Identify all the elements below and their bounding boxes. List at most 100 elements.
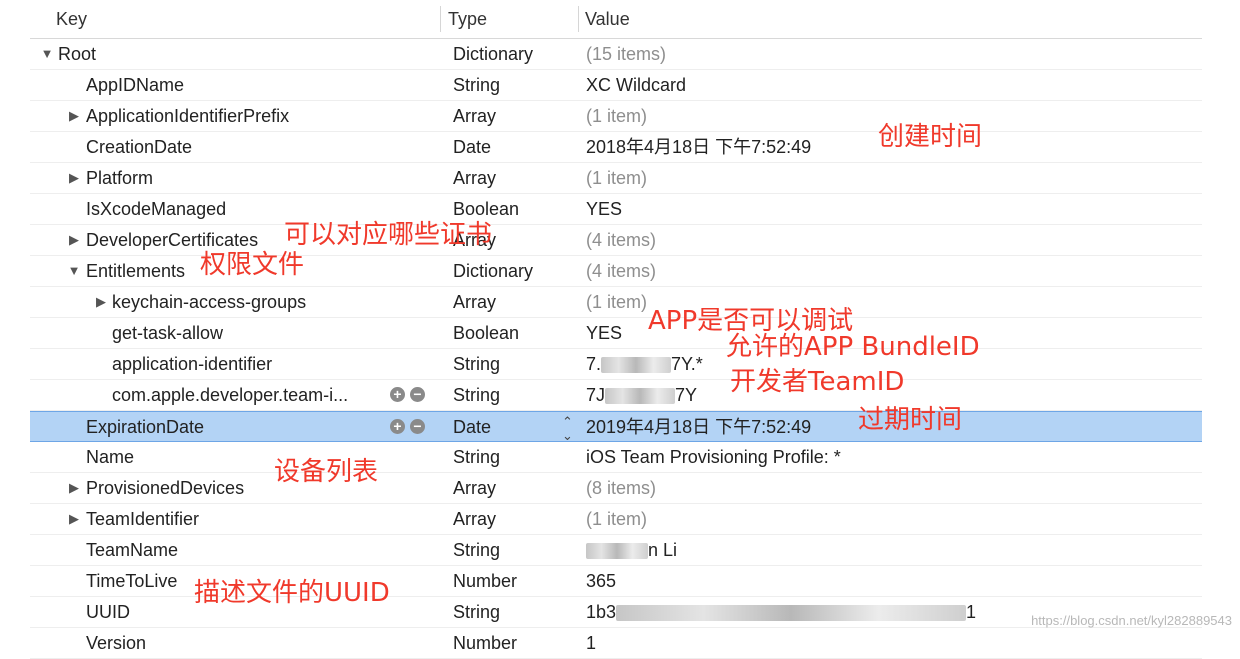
row-type[interactable]: Array [453, 287, 496, 317]
remove-row-icon[interactable]: − [410, 387, 425, 402]
column-divider[interactable] [440, 6, 441, 32]
annotation-team-id: 开发者TeamID [730, 367, 905, 397]
row-type[interactable]: Array [453, 101, 496, 131]
row-value: (1 item) [586, 292, 648, 312]
table-row[interactable]: AppIDName String XC Wildcard [30, 70, 1202, 101]
row-key: Root [58, 44, 97, 64]
row-type[interactable]: String [453, 380, 500, 410]
column-divider[interactable] [578, 6, 579, 32]
table-row[interactable]: IsXcodeManaged Boolean YES [30, 194, 1202, 225]
table-row[interactable]: TeamName String n Li [30, 535, 1202, 566]
row-value[interactable]: 1 [586, 628, 596, 658]
row-key: AppIDName [86, 75, 185, 95]
row-key: Platform [86, 168, 154, 188]
row-key: application-identifier [112, 354, 273, 374]
row-type[interactable]: String [453, 70, 500, 100]
table-row-root[interactable]: ▼ Root Dictionary (15 items) [30, 39, 1202, 70]
plist-rows: ▼ Root Dictionary (15 items) AppIDName S… [30, 39, 1202, 659]
row-key: TimeToLive [86, 571, 178, 591]
add-row-icon[interactable]: + [390, 387, 405, 402]
row-key: TeamName [86, 540, 179, 560]
row-key: CreationDate [86, 137, 193, 157]
disclosure-collapsed-icon[interactable]: ▶ [67, 473, 81, 503]
value-visible-end: 7Y [675, 385, 698, 405]
row-value: (1 item) [586, 509, 648, 529]
plist-editor: Key Type Value ▼ Root Dictionary (15 ite… [30, 0, 1202, 659]
remove-row-icon[interactable]: − [410, 419, 425, 434]
row-value[interactable]: 2018年4月18日 下午7:52:49 [586, 132, 811, 162]
row-key: ExpirationDate [86, 417, 205, 437]
row-type[interactable]: Number [453, 628, 517, 658]
date-stepper-icon[interactable]: ⌃ ⌄ [562, 412, 573, 443]
row-value[interactable]: 7J 7Y [586, 380, 697, 410]
row-key: Entitlements [86, 261, 186, 281]
value-visible-end: n Li [648, 540, 678, 560]
value-visible-end: 7Y.* [671, 354, 703, 374]
row-value[interactable]: 365 [586, 566, 616, 596]
table-row[interactable]: ▶ Platform Array (1 item) [30, 163, 1202, 194]
disclosure-expanded-icon[interactable]: ▼ [67, 256, 81, 286]
redacted-text [586, 543, 648, 560]
disclosure-collapsed-icon[interactable]: ▶ [67, 225, 81, 255]
row-type[interactable]: Boolean [453, 318, 519, 348]
row-type[interactable]: Array [453, 504, 496, 534]
key-column-header[interactable]: Key [56, 0, 87, 38]
table-row-selected[interactable]: ExpirationDate + − Date ⌃ ⌄ 2019年4月18日 下… [30, 411, 1202, 443]
table-row[interactable]: get-task-allow Boolean YES [30, 318, 1202, 349]
row-key: Name [86, 447, 135, 467]
table-row[interactable]: com.apple.developer.team-i... + − String… [30, 380, 1202, 411]
annotation-devices: 设备列表 [274, 457, 379, 487]
row-value[interactable]: 1b3 1 [586, 597, 976, 627]
disclosure-collapsed-icon[interactable]: ▶ [67, 101, 81, 131]
stepper-up[interactable]: ⌃ [562, 415, 573, 429]
add-row-icon[interactable]: + [390, 419, 405, 434]
table-row[interactable]: application-identifier String 7. 7Y.* [30, 349, 1202, 380]
disclosure-collapsed-icon[interactable]: ▶ [94, 287, 108, 317]
row-value: (4 items) [586, 230, 657, 250]
table-row[interactable]: ▶ ProvisionedDevices Array (8 items) [30, 473, 1202, 504]
row-key: ApplicationIdentifierPrefix [86, 106, 290, 126]
disclosure-collapsed-icon[interactable]: ▶ [67, 163, 81, 193]
row-type[interactable]: Number [453, 566, 517, 596]
row-key: UUID [86, 602, 130, 622]
table-row[interactable]: CreationDate Date 2018年4月18日 下午7:52:49 [30, 132, 1202, 163]
table-row[interactable]: ▶ ApplicationIdentifierPrefix Array (1 i… [30, 101, 1202, 132]
row-value[interactable]: 7. 7Y.* [586, 349, 703, 379]
disclosure-collapsed-icon[interactable]: ▶ [67, 504, 81, 534]
type-column-header[interactable]: Type [448, 0, 487, 38]
column-header: Key Type Value [30, 0, 1202, 39]
row-value[interactable]: iOS Team Provisioning Profile: * [586, 442, 841, 472]
table-row[interactable]: Version Number 1 [30, 628, 1202, 659]
row-value[interactable]: n Li [586, 535, 677, 565]
redacted-text [616, 605, 967, 622]
row-type[interactable]: String [453, 535, 500, 565]
stepper-down[interactable]: ⌄ [562, 429, 573, 443]
value-visible-end: 1 [966, 602, 977, 622]
row-type[interactable]: Dictionary [453, 39, 533, 69]
row-key: keychain-access-groups [112, 292, 307, 312]
row-type[interactable]: String [453, 349, 500, 379]
row-key: IsXcodeManaged [86, 199, 227, 219]
value-column-header[interactable]: Value [585, 0, 630, 38]
row-value[interactable]: YES [586, 194, 622, 224]
row-value[interactable]: YES [586, 318, 622, 348]
table-row[interactable]: ▶ TeamIdentifier Array (1 item) [30, 504, 1202, 535]
row-type[interactable]: Dictionary [453, 256, 533, 286]
redacted-text [601, 357, 672, 374]
row-type[interactable]: Date [453, 412, 491, 442]
row-type[interactable]: String [453, 597, 500, 627]
row-type[interactable]: Date [453, 132, 491, 162]
row-value: (1 item) [586, 168, 648, 188]
row-type[interactable]: String [453, 442, 500, 472]
table-row[interactable]: ▶ keychain-access-groups Array (1 item) [30, 287, 1202, 318]
row-value[interactable]: XC Wildcard [586, 70, 686, 100]
annotation-expiration: 过期时间 [858, 405, 963, 435]
row-key: com.apple.developer.team-i... [112, 385, 349, 405]
annotation-creation-date: 创建时间 [878, 122, 983, 152]
disclosure-expanded-icon[interactable]: ▼ [40, 39, 54, 69]
row-value[interactable]: 2019年4月18日 下午7:52:49 [586, 412, 811, 442]
row-type[interactable]: Array [453, 473, 496, 503]
table-row[interactable]: Name String iOS Team Provisioning Profil… [30, 442, 1202, 473]
row-type[interactable]: Array [453, 163, 496, 193]
row-value: (1 item) [586, 106, 648, 126]
